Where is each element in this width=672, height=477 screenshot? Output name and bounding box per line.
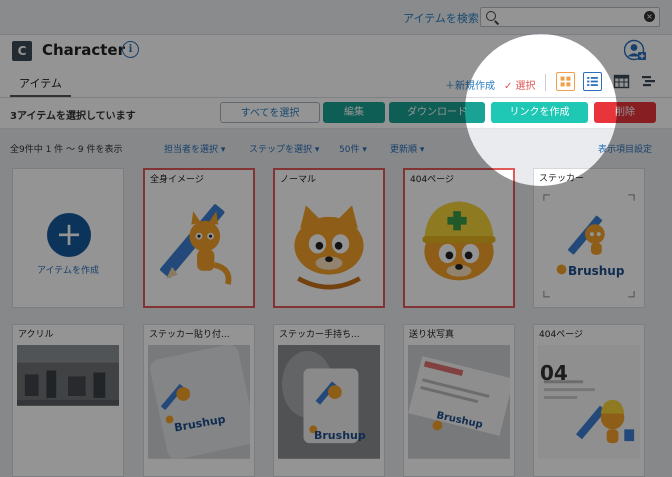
- select-all-button[interactable]: すべてを選択: [220, 102, 320, 123]
- select-mode-button[interactable]: ✓ 選択: [504, 77, 536, 92]
- info-icon[interactable]: i: [122, 41, 139, 58]
- project-header: C Character i: [0, 35, 672, 69]
- per-page-select[interactable]: 50件 ▾: [339, 142, 367, 155]
- item-card[interactable]: 送り状写真 Brushup: [403, 324, 515, 477]
- brand-text: Brushup: [314, 429, 366, 442]
- project-logo: C: [12, 41, 32, 61]
- item-card[interactable]: ステッカー貼り付... Brushup: [143, 324, 255, 477]
- clear-search-icon[interactable]: ×: [644, 11, 655, 22]
- search-input[interactable]: [501, 10, 631, 24]
- assignee-filter[interactable]: 担当者を選択 ▾: [164, 142, 225, 155]
- item-card[interactable]: 404ページ: [403, 168, 515, 308]
- item-name: 送り状写真: [409, 330, 455, 340]
- page-404-label: 04: [540, 361, 568, 385]
- item-name: ノーマル: [280, 175, 317, 185]
- raccoon-helmet-thumbnail: [422, 201, 496, 281]
- item-card[interactable]: アクリル: [12, 324, 124, 477]
- new-item-button[interactable]: ＋新規作成: [445, 77, 495, 92]
- top-search-bar: アイテムを検索 ×: [0, 0, 672, 35]
- display-settings-link[interactable]: 表示項目設定: [598, 142, 652, 155]
- search-box[interactable]: ×: [480, 7, 660, 27]
- invoice-photo-thumbnail: [408, 345, 510, 459]
- table-view-icon[interactable]: [612, 72, 631, 91]
- item-name: ステッカー手持ち...: [279, 330, 360, 340]
- item-name: ステッカー貼り付...: [149, 330, 230, 340]
- add-member-icon[interactable]: [624, 39, 646, 61]
- item-name: ステッカー: [539, 174, 585, 184]
- create-item-label: アイテムを作成: [36, 266, 100, 276]
- app-window: アイテムを検索 × C Character i アイテム ＋新規作成 ✓ 選択: [0, 0, 672, 477]
- gantt-view-icon[interactable]: [639, 72, 658, 91]
- grid-view-icon[interactable]: [556, 72, 575, 91]
- brand-text: Brushup: [568, 264, 625, 278]
- sticker-brushup-thumbnail: [543, 194, 635, 298]
- item-card[interactable]: 全身イメージ: [143, 168, 255, 308]
- edit-button[interactable]: 編集: [323, 102, 385, 123]
- item-name: 404ページ: [410, 175, 454, 185]
- item-card[interactable]: ステッカー Brushup: [533, 168, 645, 308]
- filter-bar: 全9件中 1 件 〜 9 件を表示 担当者を選択 ▾ ステップを選択 ▾ 50件…: [0, 136, 672, 158]
- tab-items[interactable]: アイテム: [10, 73, 71, 97]
- result-count-text: 全9件中 1 件 〜 9 件を表示: [10, 145, 123, 155]
- laptop-sticker-thumbnail: [148, 345, 250, 459]
- selection-action-bar: 3アイテムを選択しています すべてを選択 編集 ダウンロード リンクを作成 削除: [0, 98, 672, 129]
- item-name: 404ページ: [539, 330, 583, 340]
- toolbar-divider: [545, 74, 546, 91]
- create-link-button[interactable]: リンクを作成: [491, 102, 588, 123]
- item-search-link[interactable]: アイテムを検索: [403, 10, 479, 26]
- sort-select[interactable]: 更新順 ▾: [390, 142, 424, 155]
- raccoon-face-thumbnail: [294, 205, 364, 290]
- page-title: Character: [42, 41, 125, 59]
- item-card[interactable]: 404ページ 04: [533, 324, 645, 477]
- pencil-raccoon-thumbnail: [160, 204, 232, 285]
- room-photo-thumbnail: [17, 345, 119, 406]
- search-icon: [486, 11, 496, 21]
- step-filter[interactable]: ステップを選択 ▾: [249, 142, 319, 155]
- delete-button[interactable]: 削除: [594, 102, 656, 123]
- download-button[interactable]: ダウンロード: [389, 102, 485, 123]
- selection-count-text: 3アイテムを選択しています: [10, 111, 136, 122]
- list-view-icon[interactable]: [583, 72, 602, 91]
- item-card[interactable]: ステッカー手持ち... Brushup: [273, 324, 385, 477]
- create-item-card[interactable]: + アイテムを作成: [12, 168, 124, 308]
- item-card[interactable]: ノーマル: [273, 168, 385, 308]
- plus-icon: +: [47, 213, 91, 257]
- item-name: アクリル: [18, 330, 54, 340]
- item-name: 全身イメージ: [150, 175, 204, 185]
- tabs-row: アイテム ＋新規作成 ✓ 選択: [0, 69, 672, 98]
